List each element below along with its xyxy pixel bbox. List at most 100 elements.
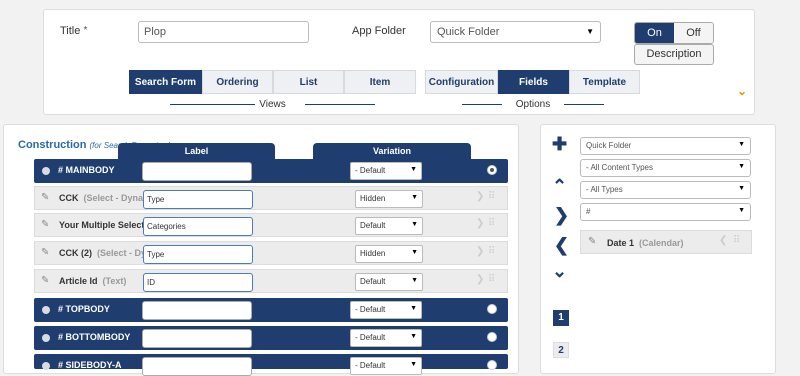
tab-configuration[interactable]: Configuration <box>425 70 498 94</box>
label-input[interactable]: Type <box>143 190 253 209</box>
views-caption: Views <box>170 99 375 110</box>
variation-select[interactable]: Default ▼ <box>355 273 423 291</box>
caret-down-icon: ▼ <box>411 221 418 228</box>
position-dot-icon <box>42 167 50 175</box>
row-name: # MAINBODY <box>58 165 115 175</box>
variation-select[interactable]: - Default ▼ <box>350 162 422 180</box>
search-filter-select[interactable]: # ▼ <box>580 203 751 221</box>
views-divider-left <box>170 104 255 105</box>
chevron-up-icon[interactable]: ⌃ <box>552 177 567 195</box>
page-1-button[interactable]: 1 <box>553 310 569 326</box>
variation-select[interactable]: Hidden ▼ <box>355 245 423 263</box>
tab-item[interactable]: Item <box>344 70 416 94</box>
field-row[interactable]: ✎ Article Id (Text) ID Default ▼ ❯ ⠿ <box>34 269 508 293</box>
variation-select[interactable]: Default ▼ <box>355 217 423 235</box>
position-row-mainbody[interactable]: # MAINBODY - Default ▼ <box>34 159 508 183</box>
options-divider-left <box>462 104 502 105</box>
row-name: CCK (Select - Dynamic) <box>59 193 145 203</box>
caret-down-icon: ▼ <box>411 194 418 201</box>
tab-search-form[interactable]: Search Form <box>129 70 202 94</box>
caret-down-icon: ▼ <box>410 361 417 368</box>
row-name: # TOPBODY <box>58 304 110 314</box>
pencil-icon[interactable]: ✎ <box>41 247 49 258</box>
row-name: Your Multiple Select <box>59 220 145 230</box>
variation-column-header: Variation <box>313 143 471 159</box>
caret-down-icon: ▼ <box>738 141 745 148</box>
field-row[interactable]: ✎ Your Multiple Select Categories Defaul… <box>34 213 508 237</box>
description-button[interactable]: Description <box>634 44 714 65</box>
row-name: CCK (2) (Select - Dynamic) <box>59 248 145 258</box>
tab-list[interactable]: List <box>273 70 344 94</box>
row-name: Article Id (Text) <box>59 276 127 286</box>
variation-select[interactable]: Hidden ▼ <box>355 190 423 208</box>
app-folder-select[interactable]: Quick Folder ▼ <box>430 21 601 43</box>
tab-template[interactable]: Template <box>569 70 640 94</box>
options-tabs: Configuration Fields Template <box>425 70 640 94</box>
position-row-sidebody-a[interactable]: # SIDEBODY-A - Default ▼ <box>34 354 508 376</box>
caret-down-icon: ▼ <box>410 305 417 312</box>
move-right-icon[interactable]: ❯ <box>476 218 485 229</box>
page-2-button[interactable]: 2 <box>553 342 569 358</box>
label-input[interactable]: ID <box>143 273 253 292</box>
options-caption: Options <box>462 99 604 110</box>
caret-down-icon: ▼ <box>410 333 417 340</box>
position-radio[interactable] <box>487 304 497 314</box>
toggle-off-button[interactable]: Off <box>674 23 713 43</box>
pencil-icon[interactable]: ✎ <box>41 192 49 203</box>
position-radio[interactable] <box>487 165 497 175</box>
tab-fields[interactable]: Fields <box>498 70 569 94</box>
type-filter-select[interactable]: - All Types ▼ <box>580 181 751 199</box>
options-divider-right <box>564 104 604 105</box>
row-name: # BOTTOMBODY <box>58 332 131 342</box>
grip-icon[interactable]: ⠿ <box>488 218 495 229</box>
state-toggle[interactable]: On Off <box>634 22 714 44</box>
label-input[interactable] <box>142 162 252 181</box>
move-left-icon[interactable]: ❮ <box>719 235 727 246</box>
field-row[interactable]: ✎ CCK (2) (Select - Dynamic) Type Hidden… <box>34 241 508 265</box>
caret-down-icon: ▼ <box>738 185 745 192</box>
field-name: Date 1 (Calendar) <box>607 238 684 248</box>
label-input[interactable]: Categories <box>143 217 253 236</box>
position-radio[interactable] <box>487 332 497 342</box>
label-input[interactable] <box>142 357 252 376</box>
expand-chevron-icon[interactable]: ⌄ <box>737 84 747 98</box>
pencil-icon[interactable]: ✎ <box>588 236 596 247</box>
views-divider-right <box>305 104 375 105</box>
label-input[interactable] <box>142 301 252 320</box>
caret-down-icon: ▼ <box>586 27 594 36</box>
required-mark: * <box>83 25 88 36</box>
pencil-icon[interactable]: ✎ <box>41 275 49 286</box>
label-input[interactable]: Type <box>143 245 253 264</box>
pencil-icon[interactable]: ✎ <box>41 219 49 230</box>
toggle-on-button[interactable]: On <box>635 23 674 43</box>
grip-icon[interactable]: ⠿ <box>488 274 495 285</box>
views-tabs: Search Form Ordering List Item <box>129 70 416 94</box>
variation-select[interactable]: - Default ▼ <box>350 301 422 319</box>
position-dot-icon <box>42 334 50 342</box>
grip-icon[interactable]: ⠿ <box>488 191 495 202</box>
variation-select[interactable]: - Default ▼ <box>350 357 422 375</box>
caret-down-icon: ▼ <box>738 207 745 214</box>
move-right-icon[interactable]: ❯ <box>476 274 485 285</box>
variation-select[interactable]: - Default ▼ <box>350 329 422 347</box>
chevron-down-icon[interactable]: ⌄ <box>552 262 567 280</box>
content-type-filter-select[interactable]: - All Content Types ▼ <box>580 159 751 177</box>
tab-ordering[interactable]: Ordering <box>202 70 273 94</box>
title-input[interactable]: Plop <box>138 21 309 43</box>
position-row-topbody[interactable]: # TOPBODY - Default ▼ <box>34 298 508 322</box>
move-right-icon[interactable]: ❯ <box>476 191 485 202</box>
grip-icon[interactable]: ⠿ <box>733 235 740 246</box>
move-right-icon[interactable]: ❯ <box>476 246 485 257</box>
label-column-header: Label <box>118 143 275 159</box>
chevron-right-icon[interactable]: ❯ <box>554 206 569 224</box>
caret-down-icon: ▼ <box>411 249 418 256</box>
title-label: Title * <box>60 25 88 37</box>
position-row-bottombody[interactable]: # BOTTOMBODY - Default ▼ <box>34 326 508 350</box>
folder-filter-select[interactable]: Quick Folder ▼ <box>580 137 751 155</box>
plus-icon[interactable]: ✚ <box>552 135 567 153</box>
chevron-left-icon[interactable]: ❮ <box>554 236 569 254</box>
available-field-item[interactable]: ✎ Date 1 (Calendar) ❮ ⠿ <box>580 230 752 254</box>
field-row[interactable]: ✎ CCK (Select - Dynamic) Type Hidden▼ ❯ … <box>34 186 508 210</box>
label-input[interactable] <box>142 329 252 348</box>
grip-icon[interactable]: ⠿ <box>488 246 495 257</box>
